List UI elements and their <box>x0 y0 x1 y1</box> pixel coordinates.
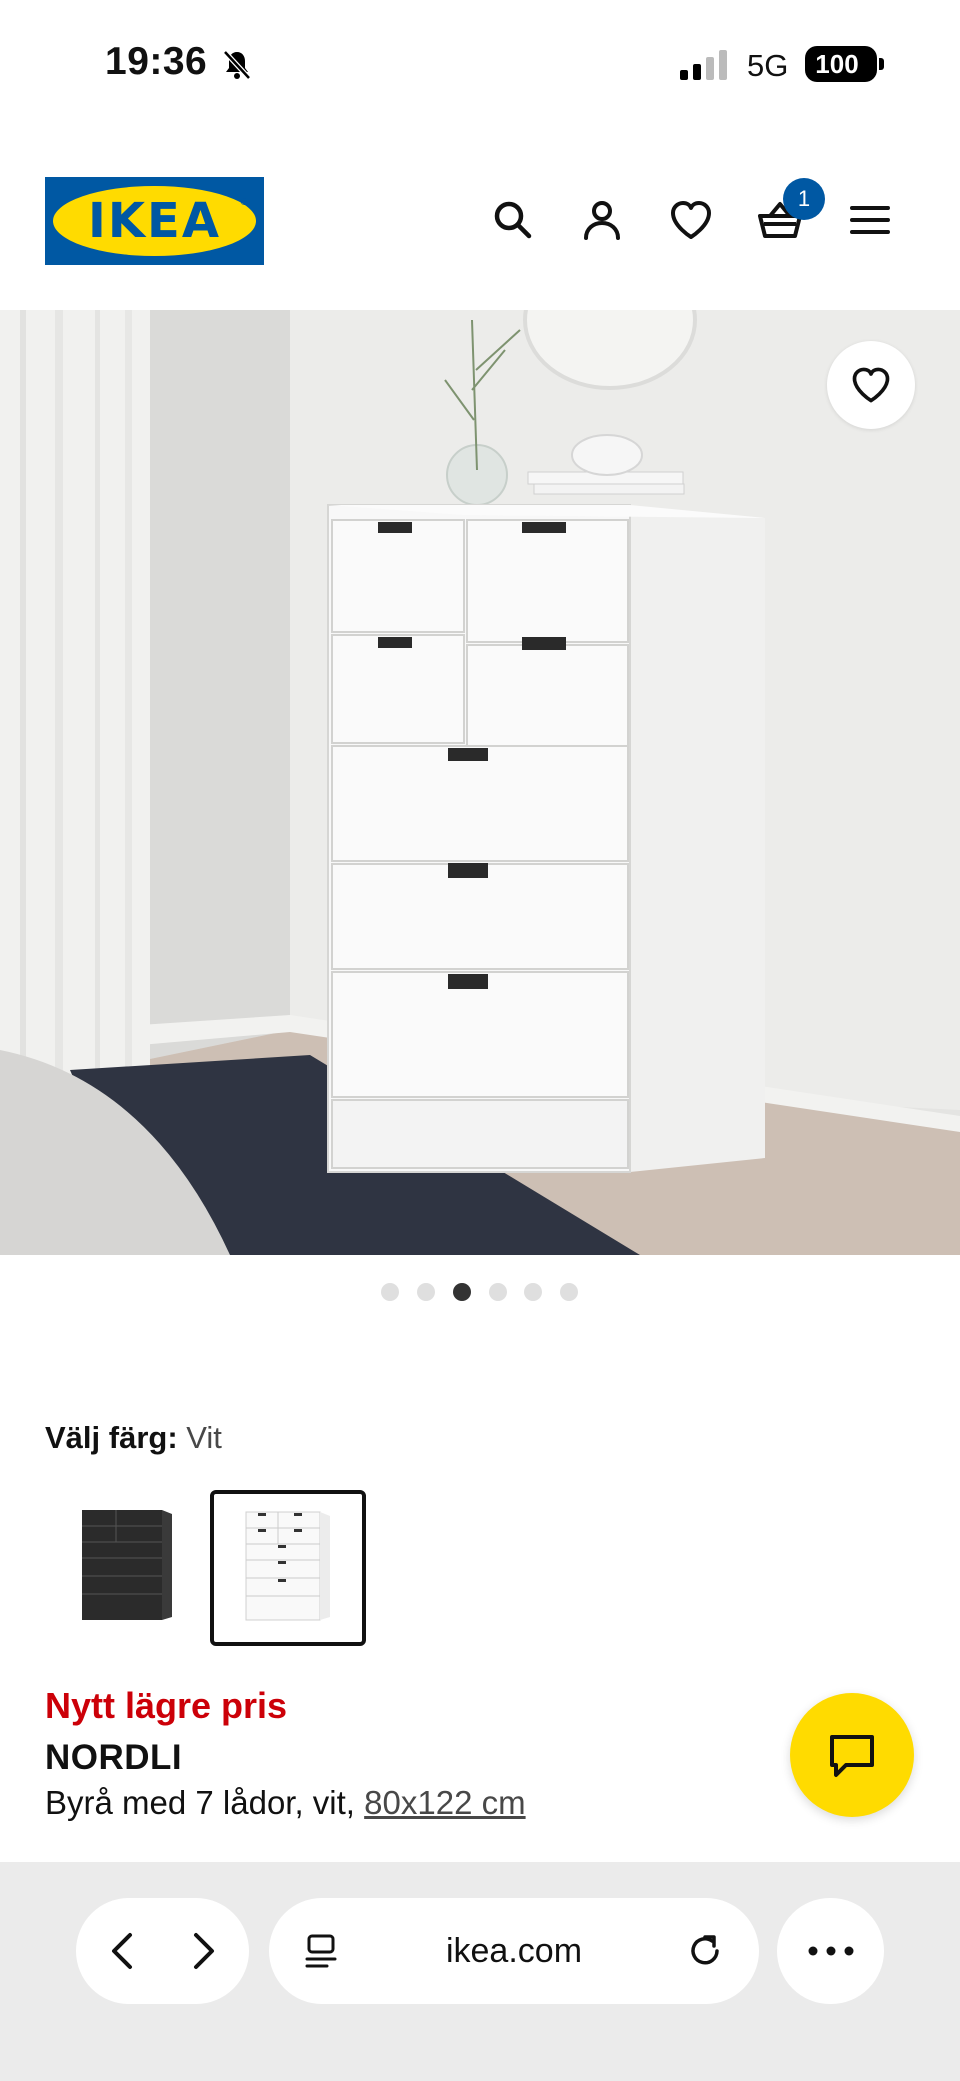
ikea-logo[interactable]: IKEA ® <box>45 177 264 265</box>
heart-icon <box>852 367 890 403</box>
chat-button[interactable] <box>790 1693 914 1817</box>
more-options-button[interactable] <box>777 1898 884 2004</box>
signal-icon <box>680 50 727 80</box>
product-description-text: Byrå med 7 lådor, vit, <box>45 1784 355 1821</box>
product-size-link[interactable]: 80x122 cm <box>364 1784 525 1821</box>
carousel-dot[interactable] <box>417 1283 435 1301</box>
carousel-dot[interactable] <box>489 1283 507 1301</box>
color-picker-label: Välj färg: Vit <box>45 1420 222 1456</box>
carousel-indicator <box>0 1280 960 1304</box>
forward-icon[interactable] <box>182 1931 222 1971</box>
reload-icon[interactable] <box>685 1931 725 1971</box>
product-name: NORDLI <box>45 1738 183 1777</box>
chat-icon <box>830 1735 874 1777</box>
color-swatch-anthracite[interactable] <box>60 1490 216 1646</box>
carousel-dot[interactable] <box>560 1283 578 1301</box>
status-time: 19:36 <box>105 40 208 83</box>
product-description: Byrå med 7 lådor, vit, 80x122 cm <box>45 1784 526 1822</box>
logo-text: IKEA <box>88 193 221 249</box>
navigation-controls <box>76 1898 249 2004</box>
address-bar[interactable]: ikea.com <box>269 1898 759 2004</box>
more-icon <box>808 1946 854 1956</box>
network-label: 5G <box>747 48 789 83</box>
product-image[interactable] <box>0 310 960 1255</box>
favorite-button[interactable] <box>827 341 915 429</box>
white-dresser-thumbnail <box>245 1511 330 1621</box>
battery-icon: 100 <box>805 46 884 82</box>
promo-label: Nytt lägre pris <box>45 1685 288 1726</box>
menu-icon[interactable] <box>846 196 894 244</box>
status-bar: 19:36 5G 100 <box>0 0 960 130</box>
color-label-text: Välj färg: <box>45 1420 178 1455</box>
battery-level: 100 <box>815 49 859 79</box>
cart-count-badge: 1 <box>783 178 825 220</box>
site-header: IKEA ® 1 <box>0 130 960 310</box>
heart-icon[interactable] <box>667 196 715 244</box>
back-icon[interactable] <box>104 1931 144 1971</box>
anthracite-dresser-thumbnail <box>82 1510 172 1620</box>
selected-color: Vit <box>186 1420 222 1455</box>
browser-toolbar: ikea.com <box>0 1862 960 2081</box>
bell-muted-icon <box>223 50 251 80</box>
carousel-dot[interactable] <box>381 1283 399 1301</box>
account-icon[interactable] <box>578 196 626 244</box>
carousel-dot[interactable] <box>524 1283 542 1301</box>
search-icon[interactable] <box>489 196 537 244</box>
carousel-dot-active[interactable] <box>453 1283 471 1301</box>
product-photo <box>0 310 960 1255</box>
color-swatch-white[interactable] <box>210 1490 366 1646</box>
